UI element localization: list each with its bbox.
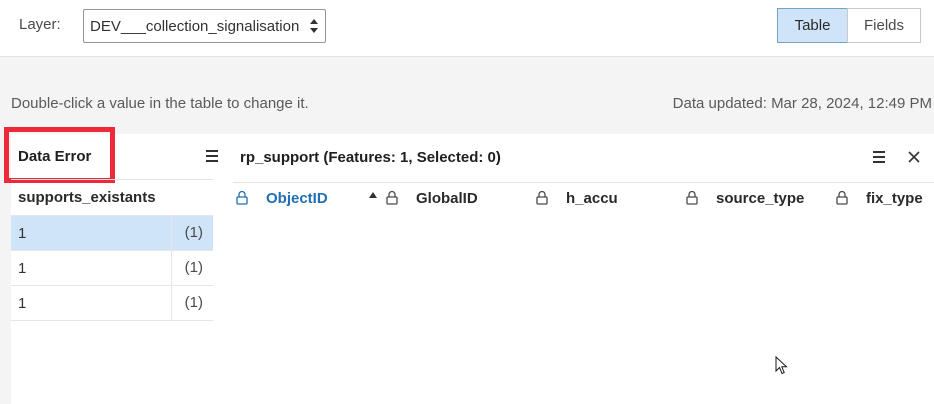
sort-ascending-icon	[369, 192, 377, 198]
table-view-button[interactable]: Table	[777, 8, 848, 43]
column-label: ObjectID	[266, 190, 328, 207]
category-panel-header: Data Error	[4, 127, 233, 183]
category-column-header[interactable]: supports_existants	[11, 179, 213, 215]
layer-select[interactable]: DEV___collection_signalisation	[83, 9, 326, 43]
list-item-value: 1	[18, 295, 27, 312]
list-item-value: 1	[18, 260, 27, 277]
column-header-fix-type[interactable]: fix_type	[836, 183, 934, 215]
lock-icon	[236, 190, 248, 205]
data-updated-text: Data updated: Mar 28, 2024, 12:49 PM	[672, 95, 932, 112]
divider	[11, 320, 213, 321]
category-panel-title: Data Error	[18, 148, 92, 165]
fields-view-button[interactable]: Fields	[847, 8, 921, 43]
list-item[interactable]: 1 (1)	[11, 215, 213, 250]
close-icon[interactable]	[907, 150, 921, 164]
lock-icon	[536, 190, 548, 205]
category-column-label: supports_existants	[18, 189, 156, 206]
list-item-value: 1	[18, 225, 27, 242]
list-item[interactable]: 1 (1)	[11, 285, 213, 320]
column-header-h-accu[interactable]: h_accu	[536, 183, 686, 215]
table-header-row: ObjectID GlobalID h_accu source_type fix…	[233, 182, 934, 214]
column-header-source-type[interactable]: source_type	[686, 183, 836, 215]
table-title: rp_support (Features: 1, Selected: 0)	[240, 149, 501, 166]
layer-label: Layer:	[19, 16, 61, 33]
column-label: h_accu	[566, 190, 618, 207]
column-label: GlobalID	[416, 190, 478, 207]
menu-icon[interactable]	[205, 149, 219, 163]
column-label: fix_type	[866, 190, 923, 207]
menu-icon[interactable]	[872, 150, 886, 164]
list-item-count: (1)	[171, 286, 213, 320]
mouse-cursor-icon	[775, 356, 788, 375]
column-header-objectid[interactable]: ObjectID	[236, 183, 386, 215]
lock-icon	[686, 190, 698, 205]
column-header-globalid[interactable]: GlobalID	[386, 183, 536, 215]
chevron-updown-icon	[310, 19, 318, 33]
lock-icon	[386, 190, 398, 205]
list-item-count: (1)	[171, 216, 213, 250]
attribute-table-panel: rp_support (Features: 1, Selected: 0) Ob…	[233, 134, 934, 404]
top-toolbar: Layer: DEV___collection_signalisation Ta…	[0, 0, 934, 57]
column-label: source_type	[716, 190, 805, 207]
category-panel: Data Error supports_existants 1 (1) 1 (1…	[4, 127, 233, 404]
list-item[interactable]: 1 (1)	[11, 250, 213, 285]
list-item-count: (1)	[171, 251, 213, 285]
edit-hint: Double-click a value in the table to cha…	[11, 95, 309, 112]
layer-select-value: DEV___collection_signalisation	[90, 18, 300, 35]
lock-icon	[836, 190, 848, 205]
